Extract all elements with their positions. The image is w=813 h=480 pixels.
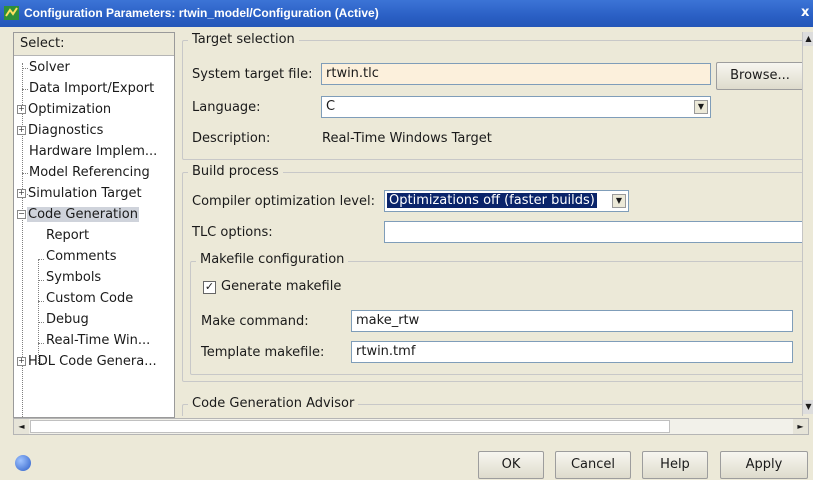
tree-item-model-referencing[interactable]: Model Referencing (28, 163, 151, 183)
tlc-options-field[interactable] (384, 221, 804, 243)
expand-icon[interactable]: + (17, 189, 26, 198)
scroll-left-icon[interactable]: ◄ (14, 419, 29, 434)
help-icon[interactable] (15, 455, 31, 471)
tree-item-custom-code[interactable]: Custom Code (45, 289, 134, 309)
simulink-app-icon (4, 6, 19, 20)
tree-item-code-generation[interactable]: − Code Generation (17, 205, 139, 225)
tree-header: Select: (14, 33, 174, 56)
collapse-icon[interactable]: − (17, 210, 26, 219)
chevron-down-icon[interactable]: ▼ (612, 194, 626, 208)
tree-header-label: Select: (20, 36, 65, 51)
ok-button[interactable]: OK (478, 451, 544, 479)
description-value: Real-Time Windows Target (322, 131, 492, 146)
tree-item-symbols[interactable]: Symbols (45, 268, 102, 288)
language-value: C (326, 99, 336, 114)
help-button[interactable]: Help (642, 451, 708, 479)
tree-item-optimization[interactable]: + Optimization (17, 100, 112, 120)
build-process-title: Build process (188, 164, 283, 179)
vertical-scrollbar[interactable]: ▲ ▼ (802, 32, 813, 416)
tree-item-comments[interactable]: Comments (45, 247, 117, 267)
target-selection-title: Target selection (188, 32, 299, 47)
compiler-optimization-label: Compiler optimization level: (192, 194, 375, 209)
language-select[interactable]: C ▼ (321, 96, 711, 118)
cancel-button[interactable]: Cancel (555, 451, 631, 479)
tree-item-hardware-implementation[interactable]: Hardware Implem... (28, 142, 158, 162)
tree-item-data-import-export[interactable]: Data Import/Export (28, 79, 155, 99)
scroll-down-icon[interactable]: ▼ (803, 400, 813, 414)
expand-icon[interactable]: + (17, 357, 26, 366)
compiler-optimization-select[interactable]: Optimizations off (faster builds) ▼ (384, 190, 629, 212)
generate-makefile-checkbox[interactable]: ✓ (203, 281, 216, 294)
language-label: Language: (192, 100, 261, 115)
scroll-up-icon[interactable]: ▲ (803, 32, 813, 46)
template-makefile-field[interactable]: rtwin.tmf (351, 341, 793, 363)
title-bar: Configuration Parameters: rtwin_model/Co… (0, 0, 813, 27)
apply-button[interactable]: Apply (720, 451, 808, 479)
scroll-right-icon[interactable]: ► (793, 419, 808, 434)
tree-item-hdl-code-generation[interactable]: + HDL Code Genera... (17, 352, 158, 372)
system-target-file-field[interactable]: rtwin.tlc (321, 63, 711, 85)
description-label: Description: (192, 131, 271, 146)
tree-item-real-time-windows[interactable]: Real-Time Win... (45, 331, 151, 351)
tree-item-simulation-target[interactable]: + Simulation Target (17, 184, 143, 204)
tree-item-debug[interactable]: Debug (45, 310, 90, 330)
browse-button[interactable]: Browse... (716, 62, 804, 90)
tree-item-report[interactable]: Report (45, 226, 90, 246)
code-generation-advisor-title: Code Generation Advisor (188, 396, 359, 411)
tlc-options-label: TLC options: (192, 225, 273, 240)
window-title: Configuration Parameters: rtwin_model/Co… (24, 6, 379, 20)
horizontal-scroll-thumb[interactable] (30, 420, 670, 433)
template-makefile-label: Template makefile: (201, 345, 325, 360)
makefile-configuration-title: Makefile configuration (196, 252, 349, 267)
settings-pane: Target selection System target file: rtw… (178, 32, 813, 416)
make-command-field[interactable]: make_rtw (351, 310, 793, 332)
compiler-optimization-value: Optimizations off (faster builds) (387, 193, 597, 208)
close-icon[interactable]: x (801, 5, 809, 20)
category-tree[interactable]: Select: Solver Data Import/Export + Optim… (13, 32, 175, 418)
horizontal-scrollbar[interactable]: ◄ ► (13, 418, 809, 435)
expand-icon[interactable]: + (17, 126, 26, 135)
chevron-down-icon[interactable]: ▼ (694, 100, 708, 114)
expand-icon[interactable]: + (17, 105, 26, 114)
tree-item-solver[interactable]: Solver (28, 58, 71, 78)
system-target-file-label: System target file: (192, 67, 313, 82)
make-command-label: Make command: (201, 314, 309, 329)
tree-item-diagnostics[interactable]: + Diagnostics (17, 121, 104, 141)
generate-makefile-label: Generate makefile (221, 279, 342, 294)
